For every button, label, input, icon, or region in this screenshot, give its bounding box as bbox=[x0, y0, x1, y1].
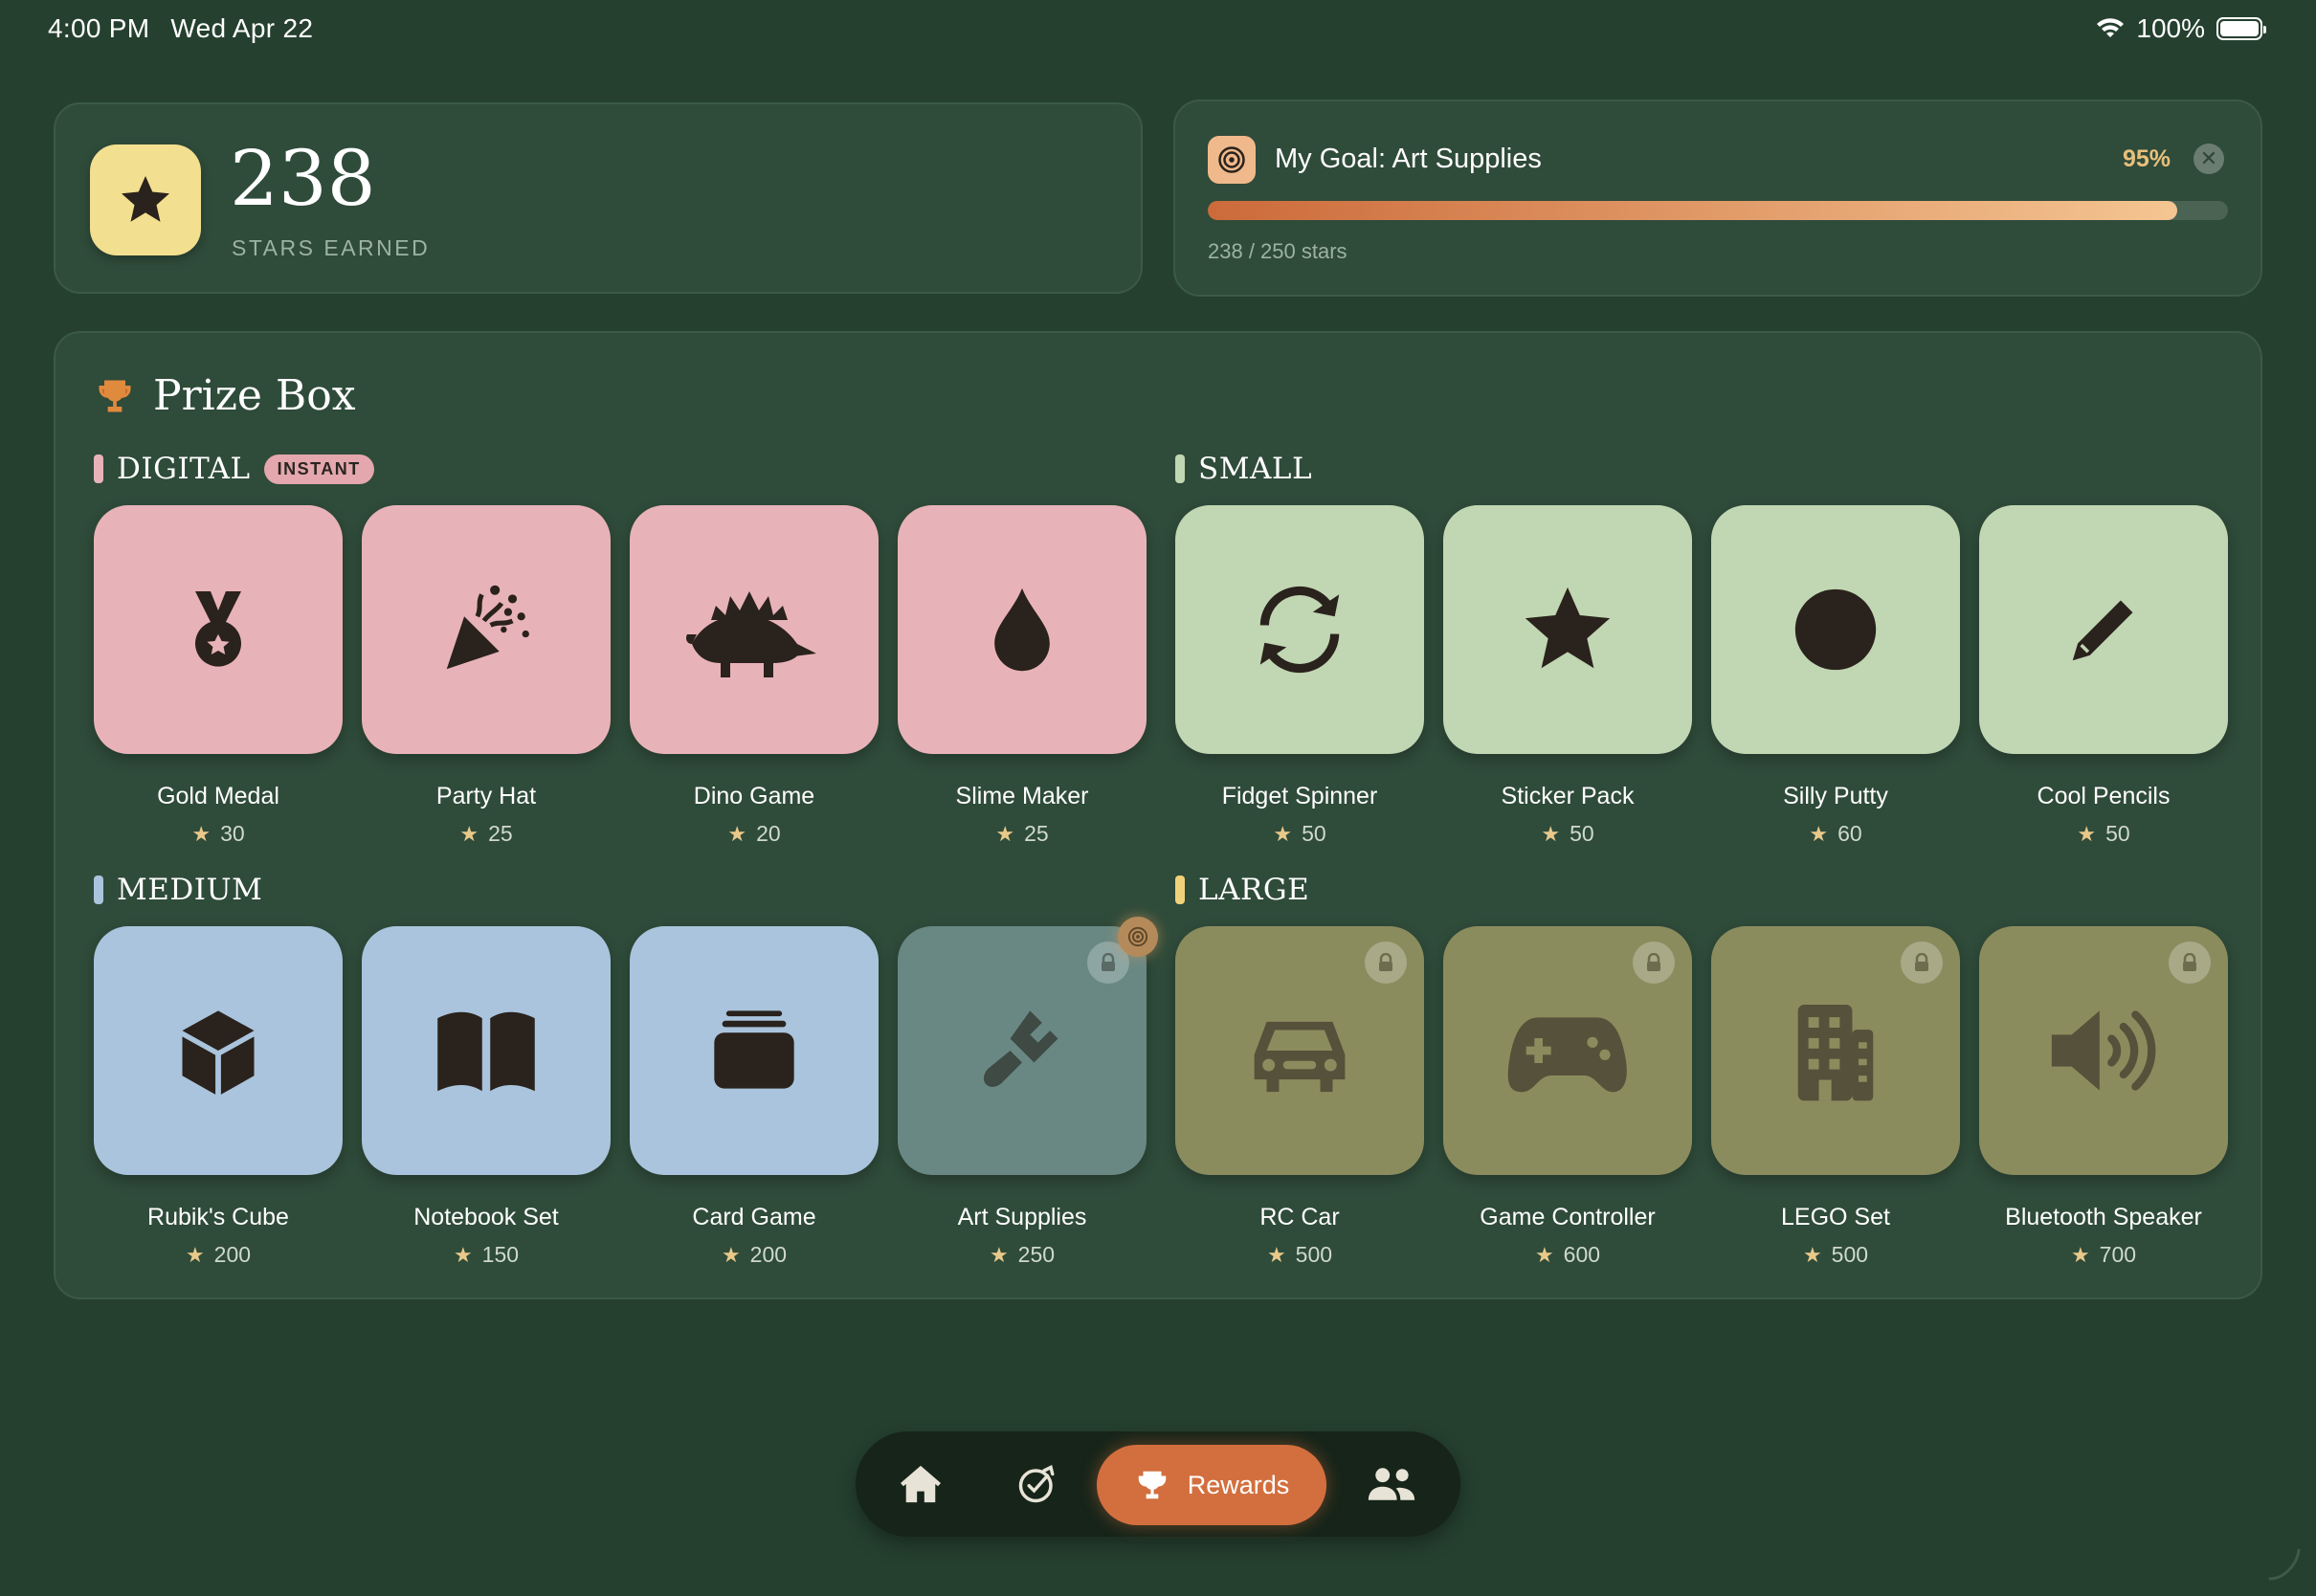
goal-check-icon bbox=[1018, 1464, 1055, 1503]
spin-arrows-icon bbox=[1259, 586, 1340, 674]
lock-icon bbox=[1901, 942, 1943, 984]
star-icon: ★ bbox=[1273, 821, 1293, 846]
people-icon bbox=[1368, 1468, 1415, 1500]
stars-earned-card: 238 STARS EARNED bbox=[54, 102, 1143, 294]
section-label: MEDIUM bbox=[117, 873, 263, 907]
star-icon: ★ bbox=[1802, 1242, 1822, 1267]
battery-icon bbox=[2216, 17, 2266, 40]
dinosaur-icon bbox=[686, 591, 816, 677]
stars-label: STARS EARNED bbox=[232, 235, 431, 260]
prize-item-sticker-pack[interactable]: Sticker Pack ★ 50 bbox=[1443, 505, 1694, 846]
drop-icon bbox=[994, 587, 1050, 672]
star-icon: ★ bbox=[1266, 1242, 1286, 1267]
paintbrush-icon bbox=[983, 1010, 1058, 1087]
goal-target-icon bbox=[1118, 917, 1158, 957]
section-label: SMALL bbox=[1198, 452, 1313, 486]
speaker-icon bbox=[2051, 1010, 2156, 1091]
star-icon: ★ bbox=[191, 821, 212, 846]
medal-icon bbox=[195, 591, 241, 667]
prize-item-slime-maker[interactable]: Slime Maker ★ 25 bbox=[898, 505, 1148, 846]
lock-icon bbox=[2169, 942, 2211, 984]
star-icon: ★ bbox=[453, 1242, 473, 1267]
prize-item-rc-car[interactable]: RC Car ★ 500 bbox=[1175, 926, 1426, 1267]
prize-item-fidget-spinner[interactable]: Fidget Spinner ★ 50 bbox=[1175, 505, 1426, 846]
prize-item-silly-putty[interactable]: Silly Putty ★ 60 bbox=[1711, 505, 1962, 846]
building-icon bbox=[1797, 1005, 1874, 1101]
goal-subtitle: 238 / 250 stars bbox=[1208, 239, 1347, 263]
section-large: LARGE bbox=[1175, 873, 1309, 907]
resize-handle-icon bbox=[2268, 1548, 2301, 1581]
star-icon: ★ bbox=[2077, 821, 2097, 846]
gamepad-icon bbox=[1507, 1017, 1627, 1093]
goal-percent: 95% bbox=[2122, 145, 2171, 172]
nav-rewards[interactable]: Rewards bbox=[1097, 1445, 1326, 1525]
prize-item-party-hat[interactable]: Party Hat ★ 25 bbox=[362, 505, 612, 846]
goal-progress-bar bbox=[1208, 201, 2228, 220]
status-date: Wed Apr 22 bbox=[170, 13, 314, 43]
section-digital: DIGITAL INSTANT bbox=[94, 452, 374, 486]
prize-item-rubiks-cube[interactable]: Rubik's Cube ★ 200 bbox=[94, 926, 345, 1267]
prize-item-bluetooth-speaker[interactable]: Bluetooth Speaker ★ 700 bbox=[1979, 926, 2230, 1267]
prize-item-lego-set[interactable]: LEGO Set ★ 500 bbox=[1711, 926, 1962, 1267]
goal-progress-fill bbox=[1208, 201, 2177, 220]
nav-goals[interactable] bbox=[999, 1446, 1076, 1522]
star-icon: ★ bbox=[1541, 821, 1561, 846]
nav-home[interactable] bbox=[882, 1446, 959, 1522]
prize-item-cool-pencils[interactable]: Cool Pencils ★ 50 bbox=[1979, 505, 2230, 846]
card-stack-icon bbox=[714, 1010, 794, 1089]
star-icon: ★ bbox=[721, 1242, 741, 1267]
wifi-icon bbox=[2097, 18, 2125, 37]
star-icon: ★ bbox=[1809, 821, 1829, 846]
star-badge-icon bbox=[90, 144, 201, 255]
bottom-nav: Rewards bbox=[856, 1431, 1460, 1537]
prize-item-dino-game[interactable]: Dino Game ★ 20 bbox=[630, 505, 880, 846]
prize-box-title: Prize Box bbox=[153, 371, 356, 420]
nav-rewards-label: Rewards bbox=[1187, 1470, 1290, 1499]
prize-item-notebook-set[interactable]: Notebook Set ★ 150 bbox=[362, 926, 612, 1267]
section-small: SMALL bbox=[1175, 452, 1312, 486]
stars-count: 238 bbox=[230, 134, 376, 223]
car-icon bbox=[1254, 1021, 1346, 1093]
star-icon: ★ bbox=[1534, 1242, 1554, 1267]
cube-icon bbox=[182, 1010, 255, 1095]
pencil-icon bbox=[2072, 600, 2133, 661]
prize-item-art-supplies[interactable]: Art Supplies ★ 250 bbox=[898, 917, 1158, 1267]
status-time: 4:00 PM bbox=[48, 13, 150, 43]
party-popper-icon bbox=[446, 585, 529, 670]
book-icon bbox=[437, 1011, 535, 1092]
goal-card[interactable]: My Goal: Art Supplies 95% ✕ 238 / 250 st… bbox=[1173, 100, 2262, 297]
goal-title: My Goal: Art Supplies bbox=[1275, 144, 1542, 174]
prize-item-game-controller[interactable]: Game Controller ★ 600 bbox=[1443, 926, 1694, 1267]
section-label: DIGITAL bbox=[117, 452, 251, 486]
prize-item-card-game[interactable]: Card Game ★ 200 bbox=[630, 926, 880, 1267]
star-icon: ★ bbox=[185, 1242, 205, 1267]
close-icon[interactable]: ✕ bbox=[2194, 144, 2224, 174]
prize-box: Prize Box DIGITAL INSTANT SMALL MEDIUM L… bbox=[54, 331, 2262, 1299]
prize-item-gold-medal[interactable]: Gold Medal ★ 30 bbox=[94, 505, 345, 846]
nav-family[interactable] bbox=[1353, 1446, 1430, 1522]
instant-badge: INSTANT bbox=[263, 454, 374, 484]
battery-percent: 100% bbox=[2136, 13, 2205, 43]
trophy-icon bbox=[1138, 1471, 1166, 1499]
status-bar: 4:00 PM Wed Apr 22 100% bbox=[0, 13, 2316, 52]
lock-icon bbox=[1633, 942, 1675, 984]
star-icon bbox=[1525, 587, 1611, 669]
star-icon: ★ bbox=[989, 1242, 1009, 1267]
circle-icon bbox=[1794, 588, 1877, 671]
star-icon: ★ bbox=[459, 821, 479, 846]
lock-icon bbox=[1365, 942, 1407, 984]
section-label: LARGE bbox=[1198, 873, 1310, 907]
star-icon: ★ bbox=[2070, 1242, 2090, 1267]
star-icon: ★ bbox=[727, 821, 747, 846]
target-icon bbox=[1208, 136, 1256, 184]
star-icon: ★ bbox=[995, 821, 1015, 846]
section-medium: MEDIUM bbox=[94, 873, 262, 907]
trophy-icon bbox=[99, 380, 131, 411]
home-icon bbox=[901, 1465, 941, 1503]
